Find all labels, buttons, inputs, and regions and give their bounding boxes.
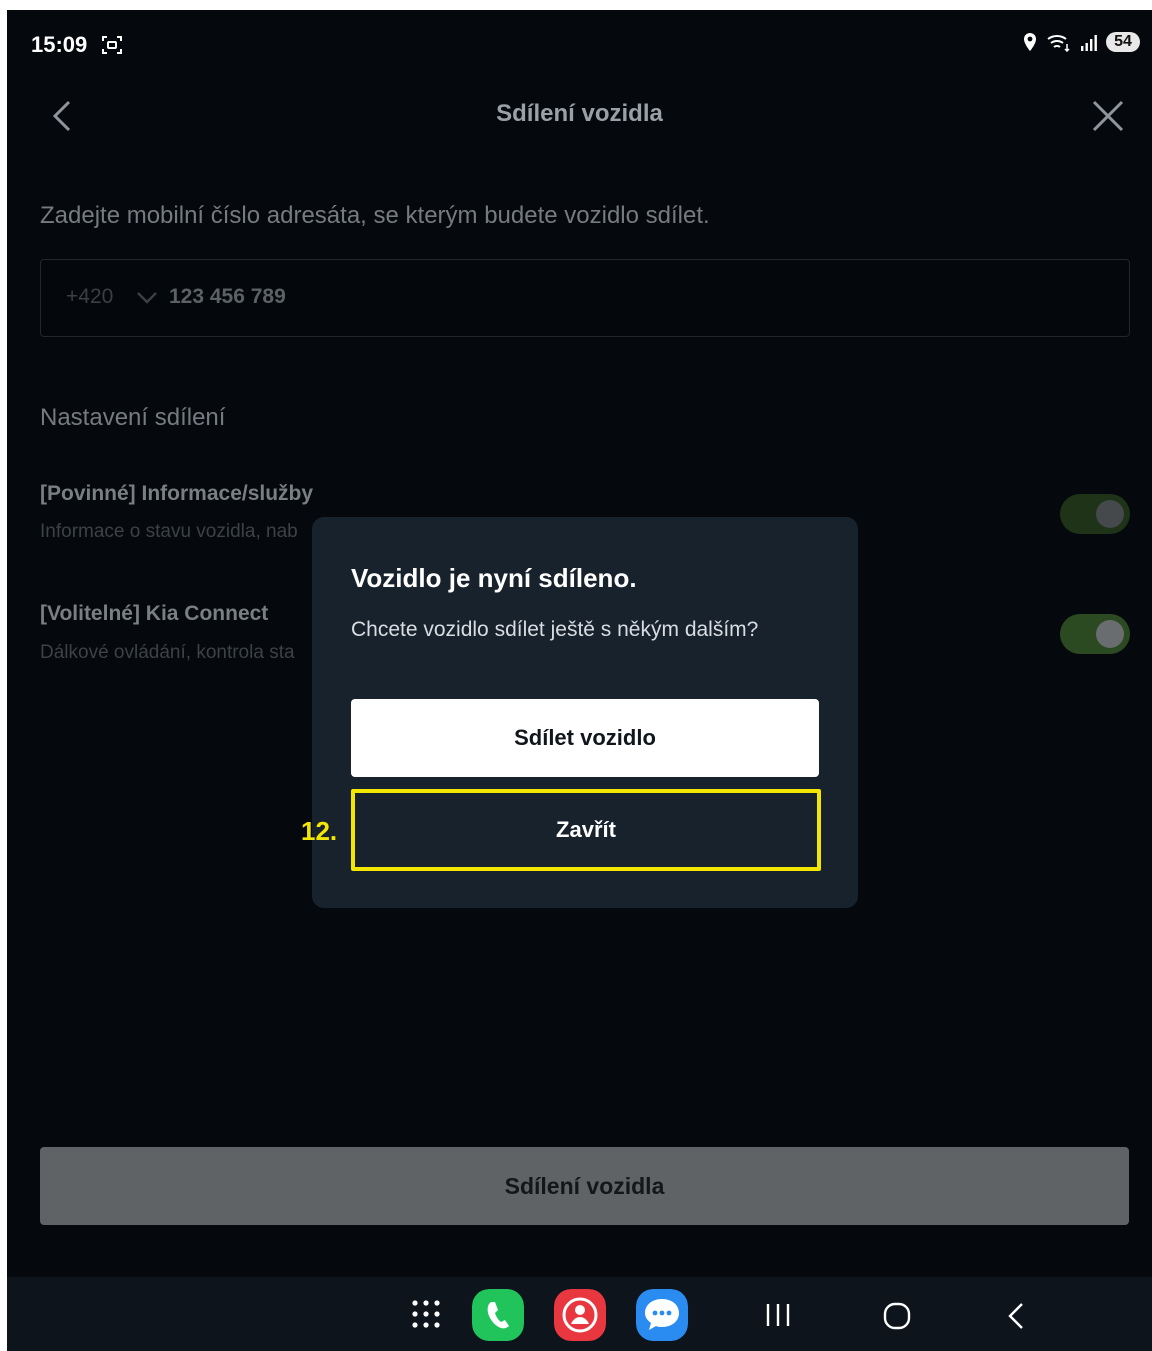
- wifi-icon: [1047, 35, 1070, 52]
- app-screen: 15:09 54 Sdílení vozidla Zadejte mobilní…: [7, 10, 1152, 1351]
- settings-title: Nastavení sdílení: [40, 404, 226, 431]
- home-icon[interactable]: [882, 1301, 912, 1331]
- contacts-icon[interactable]: [554, 1289, 606, 1341]
- screenshot-icon: [102, 36, 122, 54]
- status-indicators: 54: [1022, 32, 1140, 52]
- dialog-title: Vozidlo je nyní sdíleno.: [351, 563, 637, 593]
- country-code-select[interactable]: +420: [66, 285, 113, 309]
- option-desc-required: Informace o stavu vozidla, nab: [40, 521, 298, 542]
- option-title-kia-connect: [Volitelné] Kia Connect: [40, 602, 269, 625]
- toggle-knob: [1096, 620, 1124, 648]
- share-success-dialog: Vozidlo je nyní sdíleno. Chcete vozidlo …: [312, 517, 858, 908]
- share-vehicle-button[interactable]: Sdílení vozidla: [40, 1147, 1129, 1225]
- chevron-down-icon[interactable]: [135, 288, 159, 306]
- phone-input[interactable]: +420 123 456 789: [40, 259, 1130, 337]
- toggle-kia-connect[interactable]: [1060, 614, 1130, 654]
- page-title: Sdílení vozidla: [496, 100, 663, 127]
- toggle-required[interactable]: [1060, 494, 1130, 534]
- close-button[interactable]: [1090, 98, 1126, 134]
- location-icon: [1024, 33, 1036, 51]
- battery-indicator: 54: [1106, 32, 1140, 52]
- dialog-message: Chcete vozidlo sdílet ještě s někým dalš…: [351, 618, 759, 641]
- back-icon[interactable]: [1004, 1301, 1028, 1331]
- signal-icon: [1081, 35, 1097, 51]
- toggle-knob: [1096, 500, 1124, 528]
- phone-number-value[interactable]: 123 456 789: [169, 285, 286, 309]
- step-annotation: 12.: [301, 816, 338, 846]
- status-time: 15:09: [31, 32, 88, 57]
- messages-icon[interactable]: [636, 1289, 688, 1341]
- apps-grid-icon[interactable]: [411, 1299, 441, 1329]
- phone-instruction: Zadejte mobilní číslo adresáta, se který…: [40, 202, 710, 229]
- navigation-bar: [7, 1277, 1152, 1351]
- option-desc-kia-connect: Dálkové ovládání, kontrola sta: [40, 642, 295, 663]
- phone-icon[interactable]: [472, 1289, 524, 1341]
- recents-icon[interactable]: [764, 1301, 792, 1329]
- option-title-required: [Povinné] Informace/služby: [40, 482, 314, 505]
- close-dialog-button[interactable]: Zavřít: [351, 789, 821, 871]
- share-again-button[interactable]: Sdílet vozidlo: [351, 699, 819, 777]
- close-icon: [1092, 100, 1124, 132]
